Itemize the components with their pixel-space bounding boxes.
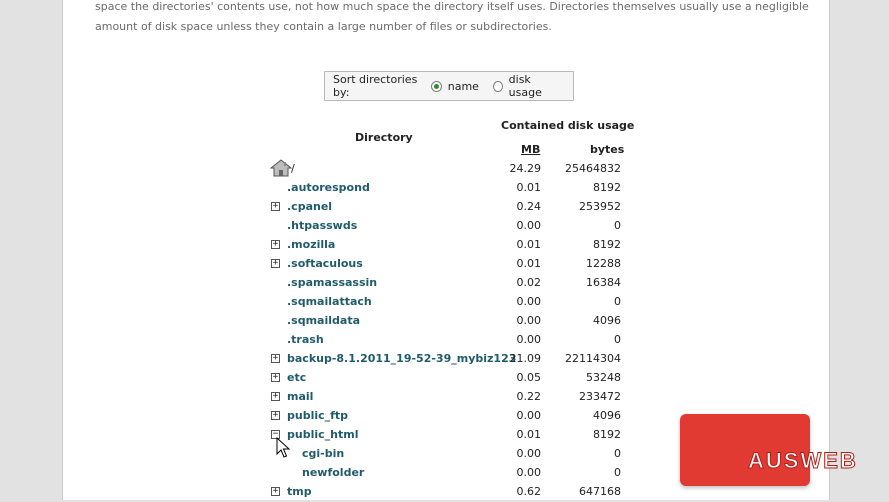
intro-line-2: amount of disk space unless they contain…: [95, 20, 552, 33]
sort-by-name-label[interactable]: name: [448, 80, 479, 93]
directory-bytes: 8192: [593, 238, 621, 251]
expand-icon[interactable]: +: [271, 354, 280, 363]
directory-bytes: 253952: [579, 200, 621, 213]
directory-mb: 0.00: [516, 447, 542, 460]
directory-name-link[interactable]: .htpasswds: [287, 219, 357, 232]
ausweb-logo-text: AUSWEB: [748, 448, 858, 474]
directory-name-link[interactable]: .spamassassin: [287, 276, 377, 289]
directory-mb: 0.00: [516, 409, 542, 422]
directory-bytes: 0: [614, 447, 621, 460]
directory-bytes: 53248: [586, 371, 621, 384]
directory-bytes: 12288: [586, 257, 621, 270]
sort-label: Sort directories by:: [333, 73, 418, 99]
directory-name-link[interactable]: newfolder: [302, 466, 364, 479]
directory-bytes: 0: [614, 219, 621, 232]
directory-mb: 0.01: [516, 257, 542, 270]
directory-row: + .cpanel 0.24 253952: [63, 198, 829, 217]
directory-row: + mail 0.22 233472: [63, 388, 829, 407]
directory-name-link[interactable]: etc: [287, 371, 306, 384]
expand-icon[interactable]: +: [271, 240, 280, 249]
mouse-pointer-icon: [276, 437, 290, 458]
directory-mb: 0.62: [516, 485, 542, 498]
directory-row: .sqmailattach 0.00 0: [63, 293, 829, 312]
directory-name-link[interactable]: .cpanel: [287, 200, 332, 213]
directory-mb: 0.22: [516, 390, 542, 403]
directory-bytes: 16384: [586, 276, 621, 289]
contained-usage-header: Contained disk usage: [501, 119, 635, 132]
directory-mb: 21.09: [509, 352, 542, 365]
directory-bytes: 8192: [593, 428, 621, 441]
sort-by-disk-usage-label[interactable]: disk usage: [509, 73, 559, 99]
directory-name-link[interactable]: mail: [287, 390, 313, 403]
directory-name-link[interactable]: /: [291, 162, 295, 175]
directory-row: .sqmaildata 0.00 4096: [63, 312, 829, 331]
directory-mb: 0.00: [516, 333, 542, 346]
directory-name-link[interactable]: .mozilla: [287, 238, 335, 251]
directory-mb: 0.00: [516, 314, 542, 327]
directory-mb: 0.01: [516, 181, 542, 194]
directory-bytes: 0: [614, 333, 621, 346]
directory-name-link[interactable]: tmp: [287, 485, 312, 498]
expand-icon[interactable]: +: [271, 373, 280, 382]
directory-name-link[interactable]: public_html: [287, 428, 358, 441]
radio-name[interactable]: [430, 80, 442, 92]
expand-icon[interactable]: +: [271, 202, 280, 211]
intro-line-1: space the directories' contents use, not…: [95, 0, 809, 13]
directory-header: Directory: [355, 131, 413, 144]
directory-name-link[interactable]: public_ftp: [287, 409, 348, 422]
directory-name-link[interactable]: cgi-bin: [302, 447, 344, 460]
directory-row: + .mozilla 0.01 8192: [63, 236, 829, 255]
directory-row: .spamassassin 0.02 16384: [63, 274, 829, 293]
directory-row: .htpasswds 0.00 0: [63, 217, 829, 236]
directory-row: + backup-8.1.2011_19-52-39_mybiz123 21.09 2…: [63, 350, 829, 369]
directory-bytes: 25464832: [565, 162, 621, 175]
directory-mb: 0.01: [516, 428, 542, 441]
directory-row: + .softaculous 0.01 12288: [63, 255, 829, 274]
directory-name-link[interactable]: .softaculous: [287, 257, 363, 270]
sort-options: Sort directories by: name disk usage: [324, 71, 574, 101]
directory-bytes: 0: [614, 466, 621, 479]
directory-mb: 24.29: [509, 162, 542, 175]
home-icon[interactable]: [270, 159, 292, 177]
directory-row: / 24.29 25464832: [63, 159, 829, 179]
directory-name-link[interactable]: .trash: [287, 333, 324, 346]
directory-name-link[interactable]: .sqmailattach: [287, 295, 372, 308]
directory-mb: 0.01: [516, 238, 542, 251]
bytes-header: bytes: [590, 143, 625, 156]
expand-icon[interactable]: +: [271, 411, 280, 420]
directory-row: + etc 0.05 53248: [63, 369, 829, 388]
expand-icon[interactable]: +: [271, 392, 280, 401]
directory-bytes: 4096: [593, 314, 621, 327]
directory-bytes: 4096: [593, 409, 621, 422]
directory-mb: 0.00: [516, 219, 542, 232]
mb-header[interactable]: MB: [521, 143, 540, 156]
directory-bytes: 8192: [593, 181, 621, 194]
directory-mb: 0.00: [516, 295, 542, 308]
directory-name-link[interactable]: .autorespond: [287, 181, 370, 194]
directory-mb: 0.24: [516, 200, 542, 213]
directory-mb: 0.05: [516, 371, 542, 384]
expand-icon[interactable]: +: [271, 487, 280, 496]
directory-mb: 0.00: [516, 466, 542, 479]
radio-disk-usage[interactable]: [492, 80, 503, 92]
directory-bytes: 647168: [579, 485, 621, 498]
directory-row: .trash 0.00 0: [63, 331, 829, 350]
directory-mb: 0.02: [516, 276, 542, 289]
directory-bytes: 22114304: [565, 352, 621, 365]
directory-name-link[interactable]: .sqmaildata: [287, 314, 360, 327]
sort-by-name-option[interactable]: name: [430, 80, 479, 93]
directory-bytes: 0: [614, 295, 621, 308]
directory-row: .autorespond 0.01 8192: [63, 179, 829, 198]
expand-icon[interactable]: +: [271, 259, 280, 268]
directory-name-link[interactable]: backup-8.1.2011_19-52-39_mybiz123: [287, 352, 516, 365]
sort-by-disk-usage-option[interactable]: disk usage: [492, 73, 559, 99]
directory-bytes: 233472: [579, 390, 621, 403]
